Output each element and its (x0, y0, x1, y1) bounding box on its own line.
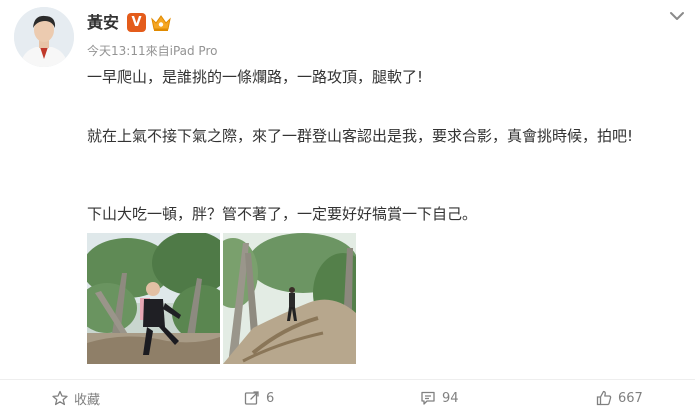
repost-button[interactable]: 6 (244, 383, 274, 413)
star-icon (52, 390, 68, 406)
post-paragraph-3: 下山大吃一頓，胖？管不著了，一定要好好犒賞一下自己。 (87, 205, 478, 223)
favorite-button[interactable]: 收藏 (52, 383, 100, 413)
weibo-post-card: 黃安 V 今天13:11來自iPad Pro 一早爬山，是誰挑的一條爛路，一路攻… (0, 0, 695, 414)
repost-icon (244, 391, 259, 405)
like-button[interactable]: 667 (596, 383, 643, 413)
post-meta: 今天13:11來自iPad Pro (87, 43, 217, 59)
comment-count: 94 (442, 390, 459, 406)
avatar[interactable] (14, 7, 74, 67)
favorite-label: 收藏 (74, 392, 101, 408)
post-paragraph-1: 一早爬山，是誰挑的一條爛路，一路攻頂，腿軟了! (87, 68, 424, 86)
thumbs-up-icon (596, 390, 612, 406)
action-bar-divider (0, 379, 695, 380)
post-image-2[interactable] (223, 233, 356, 364)
verified-badge: V (127, 13, 146, 32)
vip-crown-icon (150, 13, 172, 32)
chevron-down-icon[interactable] (668, 8, 686, 22)
author-name[interactable]: 黃安 (87, 13, 119, 33)
source-prefix: 來自 (145, 44, 170, 58)
like-count: 667 (618, 390, 643, 406)
repost-count: 6 (266, 390, 275, 406)
comment-icon (421, 391, 435, 405)
post-paragraph-2: 就在上氣不接下氣之際，來了一群登山客認出是我，要求合影，真會挑時候，拍吧! (87, 127, 634, 145)
post-source: iPad Pro (169, 44, 218, 58)
comment-button[interactable]: 94 (420, 383, 459, 413)
post-image-1[interactable] (87, 233, 220, 364)
post-time[interactable]: 今天13:11 (87, 44, 146, 58)
